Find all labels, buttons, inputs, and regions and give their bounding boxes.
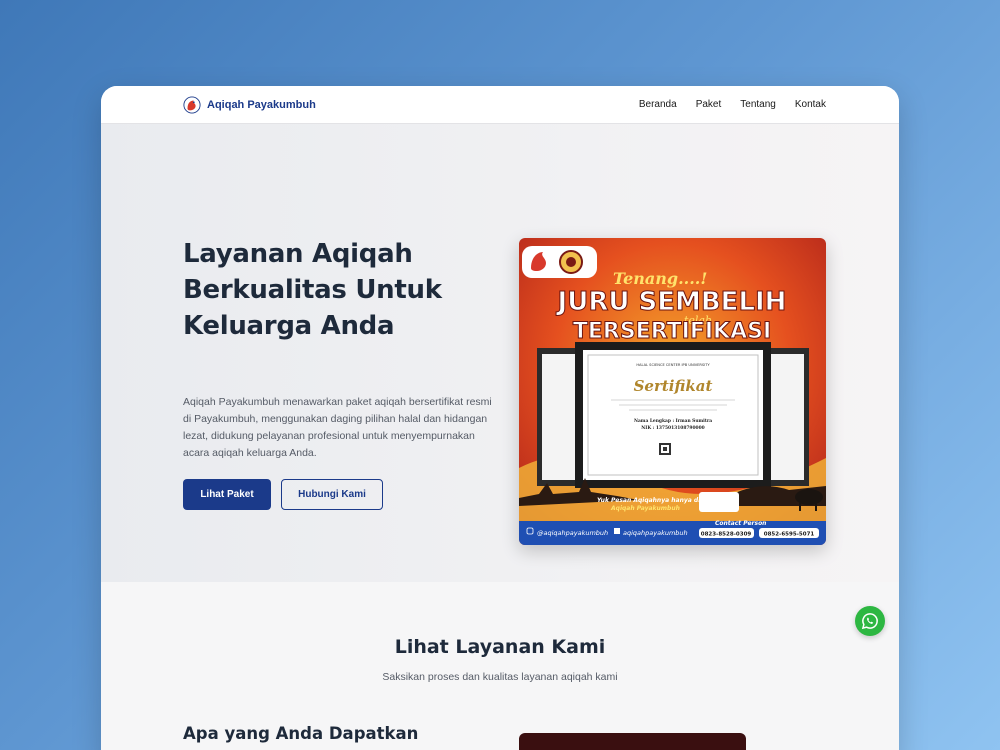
poster-phone-1: 0823-8528-0309 — [701, 532, 752, 538]
navbar: Aqiqah Payakumbuh Beranda Paket Tentang … — [101, 86, 899, 124]
hero-section: Layanan Aqiqah Berkualitas Untuk Keluarg… — [101, 124, 899, 582]
certificate-name: Nama Lengkap : Irman Sumitra — [634, 419, 712, 424]
poster-headline-1: JURU SEMBELIH — [556, 287, 787, 317]
poster-slogan-1: Yuk Pesan Aqiqahnya hanya di — [597, 497, 701, 504]
view-packages-button[interactable]: Lihat Paket — [183, 479, 271, 510]
poster-contact-label: Contact Person — [715, 520, 766, 527]
service-video-thumbnail[interactable] — [519, 733, 746, 750]
contact-us-button[interactable]: Hubungi Kami — [281, 479, 383, 510]
nav-links: Beranda Paket Tentang Kontak — [639, 99, 826, 110]
poster-artwork: Tenang....! JURU SEMBELIH telah TERSERTI… — [519, 238, 826, 545]
certificate-title: Sertifikat — [634, 377, 713, 395]
browser-window: Aqiqah Payakumbuh Beranda Paket Tentang … — [101, 86, 899, 750]
certificate-poster: Tenang....! JURU SEMBELIH telah TERSERTI… — [519, 238, 826, 545]
poster-facebook: aqiqahpayakumbuh — [623, 529, 688, 537]
hero-title: Layanan Aqiqah Berkualitas Untuk Keluarg… — [183, 239, 442, 341]
poster-instagram: @aqiqahpayakumbuh — [537, 529, 608, 537]
certificate-nik: NIK : 1375013108790000 — [641, 426, 704, 431]
services-title: Lihat Layanan Kami — [394, 636, 606, 658]
poster-headline-2: TERSERTIFIKASI — [573, 319, 771, 344]
poster-phone-2: 0852-6595-5071 — [764, 532, 815, 538]
services-section: Lihat Layanan Kami Saksikan proses dan k… — [101, 582, 899, 750]
whatsapp-icon — [861, 613, 878, 630]
nav-link-paket[interactable]: Paket — [696, 99, 722, 110]
hero-description: Aqiqah Payakumbuh menawarkan paket aqiqa… — [183, 396, 492, 459]
brand[interactable]: Aqiqah Payakumbuh — [183, 95, 316, 114]
nav-link-tentang[interactable]: Tentang — [740, 99, 776, 110]
nav-link-kontak[interactable]: Kontak — [795, 99, 826, 110]
certificate-org: HALAL SCIENCE CENTER IPB UNIVERSITY — [636, 363, 710, 367]
poster-tagline: Tenang....! — [613, 269, 707, 288]
benefits-heading: Apa yang Anda Dapatkan — [183, 724, 419, 743]
poster-slogan-2: Aqiqah Payakumbuh — [610, 505, 680, 512]
brand-name: Aqiqah Payakumbuh — [207, 98, 316, 111]
services-subtitle: Saksikan proses dan kualitas layanan aqi… — [382, 671, 618, 683]
nav-link-beranda[interactable]: Beranda — [639, 99, 677, 110]
whatsapp-float-button[interactable] — [855, 606, 885, 636]
brand-logo-icon — [183, 95, 201, 114]
